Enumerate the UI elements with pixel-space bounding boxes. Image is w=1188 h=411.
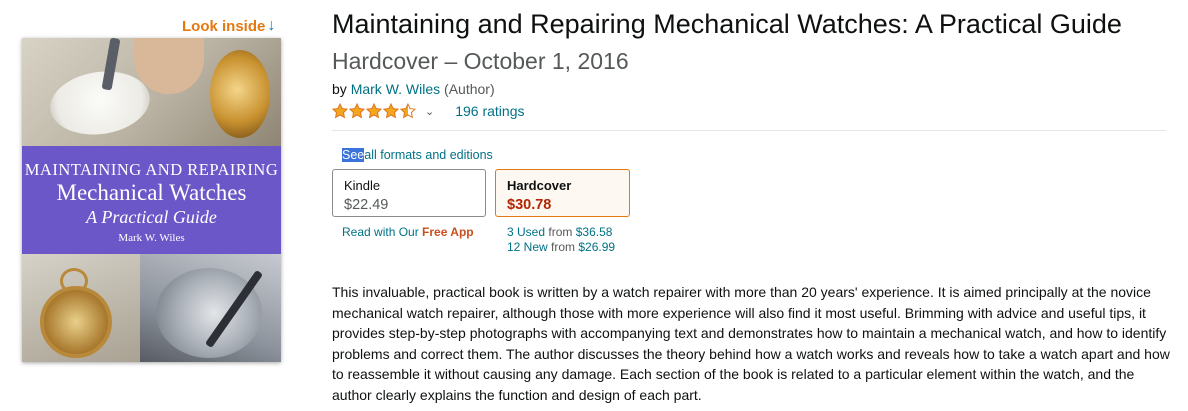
used-price: $36.58	[575, 225, 613, 239]
format-swatch-hardcover[interactable]: Hardcover $30.78	[495, 169, 630, 217]
cover-photo-movement	[140, 254, 281, 362]
by-label: by	[332, 81, 347, 97]
book-cover-image[interactable]: MAINTAINING AND REPAIRING Mechanical Wat…	[22, 38, 281, 362]
format-and-date: Hardcover – October 1, 2016	[332, 48, 629, 74]
selected-text: See	[342, 148, 365, 162]
author-role: (Author)	[444, 81, 495, 97]
star-full-icon	[383, 103, 399, 119]
chevron-down-icon[interactable]: ⌄	[425, 105, 434, 118]
format-price: $30.78	[507, 197, 552, 213]
ratings-count-link[interactable]: 196 ratings	[455, 103, 524, 119]
star-full-icon	[332, 103, 348, 119]
cover-line-1: MAINTAINING AND REPAIRING	[24, 160, 279, 179]
arrow-down-icon: ↓	[267, 17, 276, 34]
cover-line-3: A Practical Guide	[86, 207, 217, 227]
book-description: This invaluable, practical book is writt…	[332, 284, 1170, 403]
star-full-icon	[349, 103, 365, 119]
rating-row: ⌄ 196 ratings	[332, 103, 525, 119]
new-offers-link[interactable]: 12 New	[507, 240, 548, 254]
new-from-label: from	[551, 240, 576, 254]
byline: by Mark W. Wiles (Author)	[332, 81, 495, 97]
cover-author: Mark W. Wiles	[118, 232, 185, 244]
free-app-bold: Free App	[422, 225, 474, 239]
new-price: $26.99	[578, 240, 616, 254]
divider	[332, 130, 1166, 131]
see-all-formats-link[interactable]: Seeall formats and editions	[342, 148, 493, 162]
cover-line-2: Mechanical Watches	[56, 180, 247, 205]
author-link[interactable]: Mark W. Wiles	[351, 81, 440, 97]
kindle-free-app-link[interactable]: Read with Our Free App	[342, 225, 474, 239]
used-new-offers: 3 Used from $36.58 12 New from $26.99	[507, 225, 615, 255]
look-inside-label: Look inside	[182, 17, 266, 35]
format-label: Kindle	[344, 178, 381, 193]
star-rating[interactable]	[332, 103, 417, 119]
format-label: Hardcover	[507, 178, 572, 193]
cover-title-band: MAINTAINING AND REPAIRING Mechanical Wat…	[22, 146, 281, 254]
star-half-icon	[400, 103, 416, 119]
star-full-icon	[366, 103, 382, 119]
cover-photo-pocket-watch	[22, 254, 140, 362]
free-app-prefix: Read with Our	[342, 225, 423, 239]
format-price: $22.49	[344, 197, 389, 213]
format-swatch-kindle[interactable]: Kindle $22.49	[332, 169, 486, 217]
used-from-label: from	[548, 225, 573, 239]
see-all-rest: all formats and editions	[364, 148, 493, 162]
used-offers-link[interactable]: 3 Used	[507, 225, 545, 239]
cover-photo-dial	[22, 38, 281, 146]
look-inside-link[interactable]: Look inside ↓	[182, 17, 275, 35]
product-title: Maintaining and Repairing Mechanical Wat…	[332, 9, 1122, 39]
